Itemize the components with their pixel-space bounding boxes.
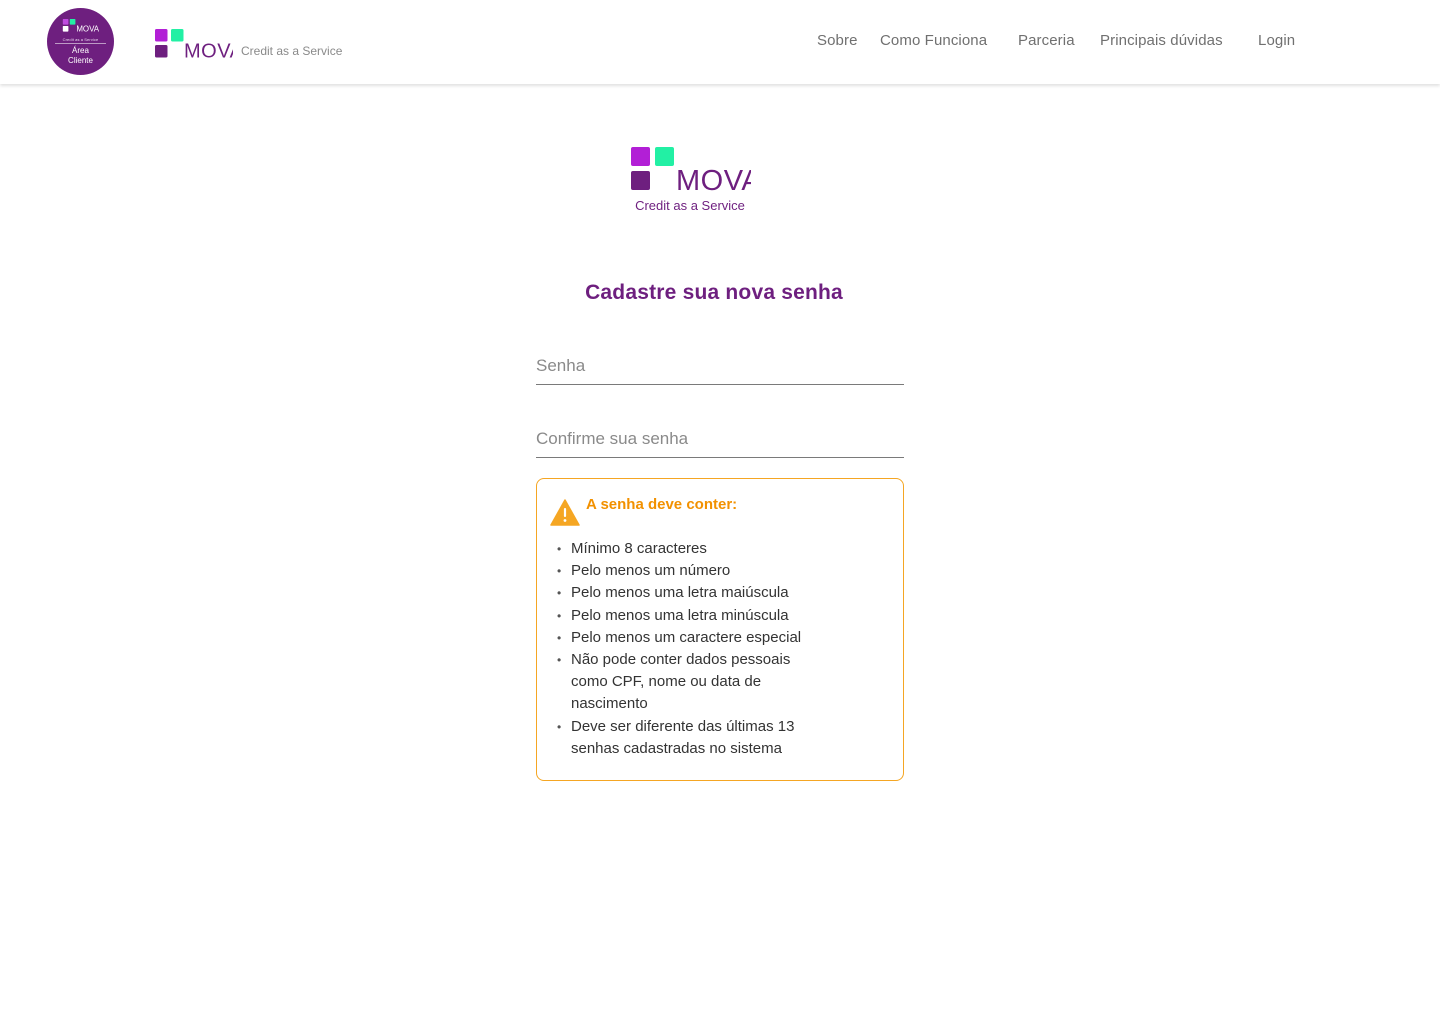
rule-item: • Mínimo 8 caracteres xyxy=(557,538,887,560)
nav-login[interactable]: Login xyxy=(1258,32,1295,49)
nav-como-funciona[interactable]: Como Funciona xyxy=(880,32,987,49)
mova-logo-large: MOVA xyxy=(631,147,751,192)
rule-text: Pelo menos um número xyxy=(571,562,731,580)
nav-sobre[interactable]: Sobre xyxy=(817,32,858,49)
rule-text: Mínimo 8 caracteres xyxy=(571,540,707,557)
password-field xyxy=(536,349,904,385)
rules-title: A senha deve conter: xyxy=(586,496,738,513)
rule-item: • Pelo menos uma letra maiúscula xyxy=(557,582,887,604)
bullet: • xyxy=(557,542,562,556)
main-nav: Sobre Como Funciona Parceria Principais … xyxy=(0,32,1440,52)
page-title: Cadastre sua nova senha xyxy=(585,281,843,304)
mova-wordmark: MOVA xyxy=(676,165,751,192)
bullet: • xyxy=(557,630,562,645)
confirm-password-field xyxy=(536,422,904,458)
bullet: • xyxy=(557,719,562,734)
rules-list: • Mínimo 8 caracteres • Pelo menos um núme… xyxy=(557,538,887,760)
bullet: • xyxy=(557,586,562,601)
rule-item: • Pelo menos um caractere especial xyxy=(557,627,887,649)
bullet: • xyxy=(557,564,562,579)
rule-item: • Não pode conter dados pessoais como CPF… xyxy=(557,649,827,716)
rule-item: • Pelo menos um número xyxy=(557,560,887,582)
rule-text: Não pode conter dados pessoais como CPF,… xyxy=(571,651,791,713)
confirm-password-input[interactable] xyxy=(536,422,904,456)
password-rules-box: A senha deve conter: • Mínimo 8 caractere… xyxy=(536,478,904,781)
top-header: MOVA Credit as a Service Área Cliente MO… xyxy=(0,0,1440,84)
bullet: • xyxy=(557,608,562,623)
rule-item: • Pelo menos uma letra minúscula xyxy=(557,605,887,627)
rule-item: • Deve ser diferente das últimas 13 senha… xyxy=(557,716,817,760)
password-input[interactable] xyxy=(536,349,904,383)
bullet: • xyxy=(557,653,562,668)
badge-label-line2: Cliente xyxy=(68,56,93,65)
rule-text: Pelo menos uma letra minúscula xyxy=(571,606,789,624)
logo-tagline: Credit as a Service xyxy=(635,198,745,213)
rule-text: Pelo menos uma letra maiúscula xyxy=(571,584,789,602)
warning-icon xyxy=(550,499,580,526)
nav-principais-duvidas[interactable]: Principais dúvidas xyxy=(1100,32,1223,49)
rule-text: Deve ser diferente das últimas 13 senhas… xyxy=(571,717,795,757)
rule-text: Pelo menos um caractere especial xyxy=(571,628,802,646)
mova-logo-mini: MOVA xyxy=(62,19,100,33)
nav-parceria[interactable]: Parceria xyxy=(1018,32,1075,49)
